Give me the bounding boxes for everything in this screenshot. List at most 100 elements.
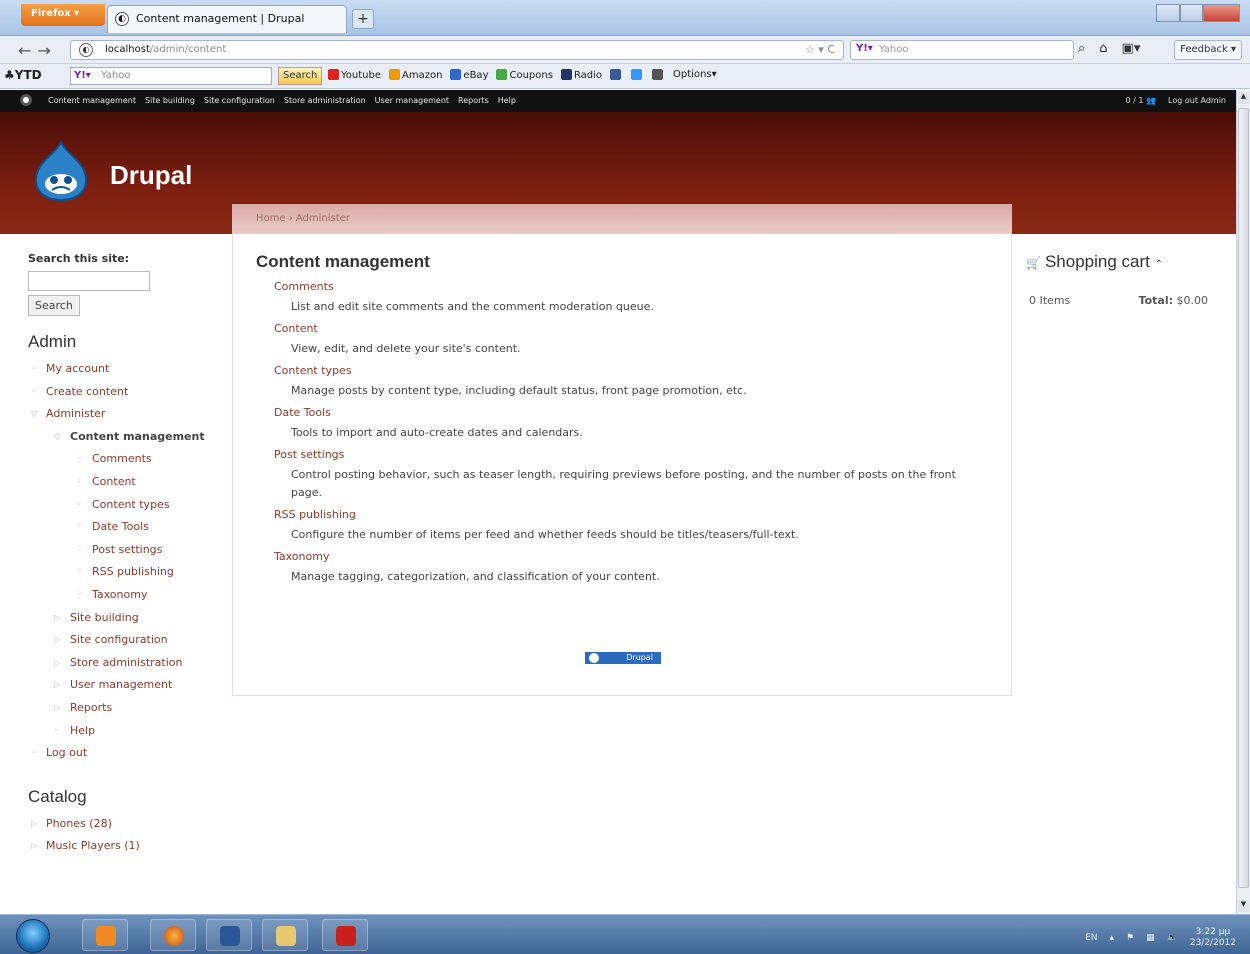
googleplus-icon[interactable] <box>652 69 665 81</box>
network-icon[interactable]: ▦ <box>1146 933 1155 943</box>
start-button[interactable] <box>16 919 50 953</box>
sidebar-item-comments[interactable]: Comments <box>28 448 228 471</box>
left-sidebar: Search this site: Search Admin My accoun… <box>28 252 228 858</box>
admin-menu-item[interactable]: Site configuration <box>204 96 275 105</box>
admin-menu-item[interactable]: Site building <box>145 96 195 105</box>
show-hidden-icons-icon[interactable]: ▴ <box>1110 933 1115 943</box>
sidebar-item-post-settings[interactable]: Post settings <box>28 539 228 562</box>
sidebar-item-site-configuration[interactable]: Site configuration <box>28 629 228 652</box>
breadcrumb[interactable]: Home › Administer <box>232 204 1012 234</box>
right-sidebar: 🛒 Shopping cart ⌃ 0 Items Total: $0.00 <box>1026 252 1211 307</box>
scroll-up-arrow-icon[interactable]: ▲ <box>1238 92 1249 104</box>
admin-list-link[interactable]: Taxonomy <box>274 550 986 563</box>
twitter-icon[interactable] <box>631 69 644 81</box>
scroll-down-arrow-icon[interactable]: ▼ <box>1238 900 1249 912</box>
sidebar-item-create-content[interactable]: Create content <box>28 381 228 404</box>
sidebar-item-taxonomy[interactable]: Taxonomy <box>28 584 228 607</box>
toolbar-search-input[interactable]: Y!▾ Yahoo <box>70 67 272 85</box>
shopping-cart-title[interactable]: 🛒 Shopping cart ⌃ <box>1026 252 1211 272</box>
sidebar-item-content-types[interactable]: Content types <box>28 494 228 517</box>
drupal-drop-icon <box>589 653 599 663</box>
browser-tab[interactable]: ◐ Content management | Drupal <box>107 5 347 33</box>
admin-menu-item[interactable]: User management <box>375 96 449 105</box>
sidebar-item-site-building[interactable]: Site building <box>28 607 228 630</box>
powered-by-drupal-badge[interactable]: Drupal <box>585 652 661 664</box>
admin-menu-item[interactable]: Reports <box>458 96 489 105</box>
taskbar-app-explorer[interactable] <box>262 919 308 951</box>
toolbar-link-radio[interactable]: Radio <box>560 69 602 81</box>
admin-list-link[interactable]: Post settings <box>274 448 986 461</box>
sidebar-item-my-account[interactable]: My account <box>28 358 228 381</box>
chevron-up-icon[interactable]: ⌃ <box>1155 259 1163 270</box>
sidebar-item-log-out[interactable]: Log out <box>28 742 228 765</box>
sidebar-item-content[interactable]: Content <box>28 471 228 494</box>
taskbar-app-media[interactable] <box>82 919 128 951</box>
sidebar-item-reports[interactable]: Reports <box>28 697 228 720</box>
search-icon[interactable]: ⌕ <box>1078 41 1085 56</box>
site-name[interactable]: Drupal <box>110 160 192 191</box>
toolbar-link-label: Options <box>673 69 712 80</box>
admin-list-link[interactable]: Content types <box>274 364 986 377</box>
taskbar-app-firefox[interactable] <box>150 919 196 951</box>
admin-logout-link[interactable]: Log out Admin <box>1168 96 1226 105</box>
admin-list-link[interactable]: Comments <box>274 280 986 293</box>
browser-search-box[interactable]: Y!▾ Yahoo <box>850 40 1074 60</box>
new-tab-button[interactable]: + <box>352 9 374 29</box>
page-scrollbar[interactable]: ▲ ▼ <box>1236 90 1250 914</box>
maximize-button[interactable] <box>1179 4 1204 22</box>
cart-total-value: $0.00 <box>1176 294 1209 307</box>
admin-menu-item[interactable]: Store administration <box>284 96 366 105</box>
admin-list-link[interactable]: Content <box>274 322 986 335</box>
system-tray: EN ▴ ⚑ ▦ 🔈 3:22 μμ 23/2/2012 <box>1085 927 1236 949</box>
taskbar-app-word[interactable] <box>206 919 252 951</box>
clock[interactable]: 3:22 μμ 23/2/2012 <box>1190 927 1236 949</box>
sidebar-item-administer[interactable]: Administer <box>28 403 228 426</box>
ytd-brand[interactable]: ♣YTD <box>4 68 42 82</box>
back-forward-icons[interactable]: ←→ <box>18 41 57 60</box>
minimize-button[interactable] <box>1156 4 1180 22</box>
admin-menu-logo-icon[interactable] <box>20 94 32 106</box>
admin-list-link[interactable]: Date Tools <box>274 406 986 419</box>
taskbar-app-pdf[interactable] <box>322 919 368 951</box>
bookmarks-icon[interactable]: ▣▾ <box>1122 41 1141 56</box>
admin-list-description: Configure the number of items per feed a… <box>291 528 799 541</box>
sidebar-item-help[interactable]: Help <box>28 720 228 743</box>
catalog-list: Phones (28) Music Players (1) <box>28 813 228 858</box>
amazon-icon <box>389 69 400 80</box>
feedback-button[interactable]: Feedback ▾ <box>1174 40 1242 60</box>
home-icon[interactable]: ⌂ <box>1099 41 1107 56</box>
feedback-label: Feedback <box>1180 44 1228 55</box>
site-search-button[interactable]: Search <box>28 295 80 316</box>
sidebar-item-date-tools[interactable]: Date Tools <box>28 516 228 539</box>
toolbar-link-youtube[interactable]: Youtube <box>328 69 381 81</box>
admin-list-description: Manage tagging, categorization, and clas… <box>291 570 660 583</box>
url-bar[interactable]: ◐ localhost/admin/content ☆ ▾ C <box>70 40 844 60</box>
scroll-thumb[interactable] <box>1238 108 1249 888</box>
toolbar-link-coupons[interactable]: Coupons <box>496 69 553 81</box>
users-count-value: 0 / 1 <box>1125 96 1144 105</box>
toolbar-search-button[interactable]: Search <box>278 67 323 85</box>
admin-menu-item[interactable]: Help <box>498 96 516 105</box>
sidebar-item-rss-publishing[interactable]: RSS publishing <box>28 561 228 584</box>
catalog-item-music-players[interactable]: Music Players (1) <box>28 835 228 858</box>
sidebar-item-content-management[interactable]: Content management <box>28 426 228 449</box>
flag-icon[interactable]: ⚑ <box>1126 933 1134 943</box>
admin-menu-item[interactable]: Content management <box>48 96 136 105</box>
volume-icon[interactable]: 🔈 <box>1167 933 1178 943</box>
firefox-menu-button[interactable]: Firefox ▾ <box>21 4 105 26</box>
close-button[interactable] <box>1203 4 1241 22</box>
sidebar-item-store-administration[interactable]: Store administration <box>28 652 228 675</box>
toolbar-link-options[interactable]: Options▾ <box>673 69 717 81</box>
bookmark-reload-icons[interactable]: ☆ ▾ C <box>805 43 835 56</box>
catalog-item-phones[interactable]: Phones (28) <box>28 813 228 836</box>
sidebar-item-user-management[interactable]: User management <box>28 674 228 697</box>
drupal-logo-icon[interactable] <box>30 140 92 202</box>
admin-list-link[interactable]: RSS publishing <box>274 508 986 521</box>
site-identity-icon[interactable]: ◐ <box>79 43 93 57</box>
toolbar-link-amazon[interactable]: Amazon <box>389 69 442 81</box>
site-search-input[interactable] <box>28 271 150 291</box>
language-indicator[interactable]: EN <box>1085 933 1097 943</box>
toolbar-link-ebay[interactable]: eBay <box>450 69 488 81</box>
admin-list-description: Control posting behavior, such as teaser… <box>291 468 956 499</box>
facebook-icon[interactable] <box>610 69 623 81</box>
